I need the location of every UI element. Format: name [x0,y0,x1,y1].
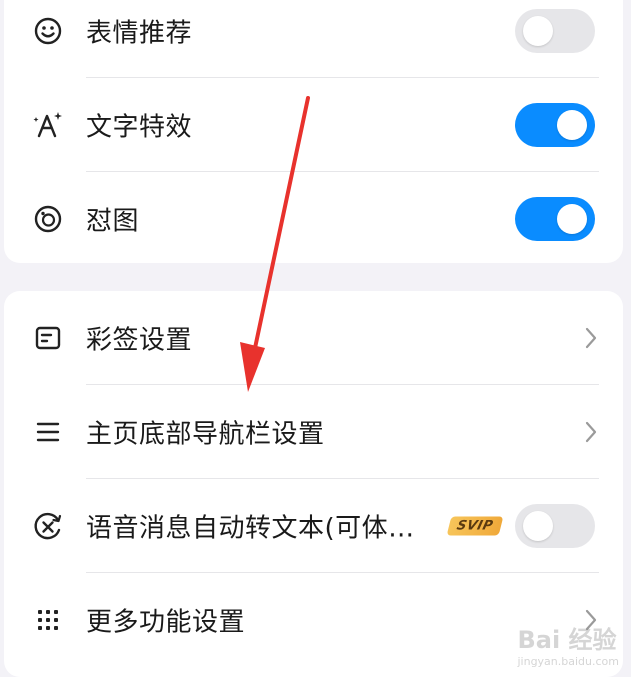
toggle-knob [557,110,587,140]
grid-dots-icon [32,604,64,636]
voice-to-text-toggle[interactable] [515,504,595,548]
menu-lines-icon [32,416,64,448]
smile-icon [32,15,64,47]
row-text-effects[interactable]: 文字特效 [4,78,623,172]
emoji-recommend-toggle[interactable] [515,9,595,53]
row-label: 彩签设置 [86,325,193,356]
toggle-knob [557,204,587,234]
row-label: 语音消息自动转文本(可体… [86,513,415,544]
toggle-knob [523,511,553,541]
toggle-knob [523,16,553,46]
watermark: Bai 经验 jingyan.baidu.com [517,620,619,668]
row-voice-to-text[interactable]: 语音消息自动转文本(可体… SVIP [4,479,623,573]
row-label: 怼图 [86,206,140,237]
row-label: 文字特效 [86,112,193,143]
watermark-url: jingyan.baidu.com [517,655,619,668]
row-bottom-nav-settings[interactable]: 主页底部导航栏设置 [4,385,623,479]
row-color-label-settings[interactable]: 彩签设置 [4,291,623,385]
text-effects-toggle[interactable] [515,103,595,147]
sticker-face-icon [32,203,64,235]
svip-badge: SVIP [446,516,504,536]
chevron-right-icon [585,421,597,443]
row-label: 表情推荐 [86,18,193,49]
text-effect-icon [32,109,64,141]
settings-card-1: 表情推荐 文字特效 怼图 [4,0,623,263]
label-card-icon [32,322,64,354]
sticker-reply-toggle[interactable] [515,197,595,241]
row-sticker-reply[interactable]: 怼图 [4,172,623,263]
row-label: 更多功能设置 [86,607,246,638]
row-label: 主页底部导航栏设置 [86,419,325,450]
watermark-brand: Bai 经验 [517,626,617,654]
chevron-right-icon [585,327,597,349]
voice-to-text-icon [32,510,64,542]
row-emoji-recommend[interactable]: 表情推荐 [4,0,623,78]
